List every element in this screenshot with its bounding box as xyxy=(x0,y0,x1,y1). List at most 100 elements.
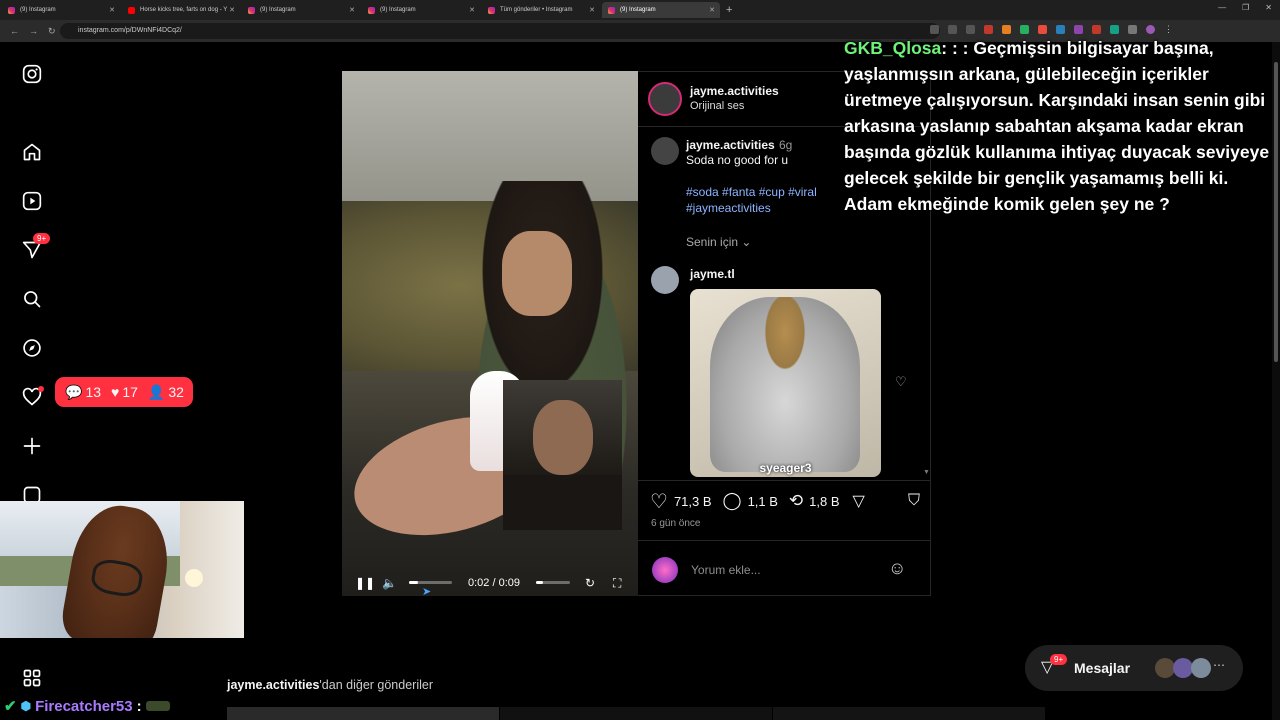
instagram-favicon-icon xyxy=(608,6,615,14)
close-tab-icon[interactable]: ✕ xyxy=(109,6,115,14)
address-bar[interactable]: instagram.com/p/DWnNFi4DCq2/ xyxy=(60,23,940,39)
close-tab-icon[interactable]: ✕ xyxy=(589,6,595,14)
profile-avatar-icon[interactable] xyxy=(1146,25,1155,34)
comment-count[interactable]: 1,1 B xyxy=(748,494,778,509)
browser-tab[interactable]: Tüm gönderiler • Instagram ✕ xyxy=(482,2,600,18)
browser-tab[interactable]: Horse kicks tree, farts on dog - Y ✕ xyxy=(122,2,240,18)
share-send-icon[interactable]: ▽ xyxy=(853,491,865,511)
instagram-favicon-icon xyxy=(368,6,375,14)
extension-icon[interactable] xyxy=(1038,25,1047,34)
close-tab-icon[interactable]: ✕ xyxy=(709,6,715,14)
current-user-avatar[interactable] xyxy=(652,557,678,583)
more-menu-icon[interactable] xyxy=(21,667,43,689)
instagram-favicon-icon xyxy=(488,6,495,14)
browser-tab[interactable]: (9) Instagram ✕ xyxy=(242,2,360,18)
like-count[interactable]: 71,3 B xyxy=(674,494,712,509)
youtube-favicon-icon xyxy=(128,6,135,14)
author-avatar[interactable] xyxy=(648,82,682,116)
comment-icon[interactable]: ◯ xyxy=(723,491,742,511)
extensions-puzzle-icon[interactable] xyxy=(1128,25,1137,34)
tank-emote-icon xyxy=(145,701,170,711)
more-post-thumbnail[interactable] xyxy=(773,707,1045,720)
extension-icon[interactable] xyxy=(1020,25,1029,34)
add-comment-input[interactable]: Yorum ekle... xyxy=(691,563,761,577)
close-tab-icon[interactable]: ✕ xyxy=(469,6,475,14)
pause-icon[interactable]: ❚❚ xyxy=(355,576,375,590)
mouse-cursor-icon: ➤ xyxy=(422,586,432,598)
close-tab-icon[interactable]: ✕ xyxy=(349,6,355,14)
comment-author-avatar[interactable] xyxy=(651,266,679,294)
notifications-heart-icon[interactable] xyxy=(21,386,44,408)
back-icon[interactable]: ← xyxy=(10,26,19,36)
for-you-label[interactable]: Senin için ⌄ xyxy=(686,235,751,249)
post-timestamp: 6 gün önce xyxy=(651,518,701,529)
scrollbar-thumb[interactable] xyxy=(1274,62,1278,362)
search-icon[interactable] xyxy=(930,25,939,34)
video-progress-bar[interactable] xyxy=(536,581,570,584)
more-post-thumbnail[interactable] xyxy=(227,707,499,720)
instagram-logo-icon[interactable] xyxy=(21,63,43,85)
fullscreen-icon[interactable]: ⛶ xyxy=(613,576,621,591)
caption-hashtags-line1[interactable]: #soda #fanta #cup #viral xyxy=(686,184,817,200)
comment-image[interactable]: syeager3 xyxy=(690,289,881,477)
more-post-thumbnail[interactable] xyxy=(500,707,772,720)
instagram-favicon-icon xyxy=(248,6,255,14)
caption-author-avatar[interactable] xyxy=(651,137,679,165)
replay-icon[interactable]: ↻ xyxy=(585,576,595,590)
extension-icon[interactable] xyxy=(984,25,993,34)
extension-icons: ⋮ xyxy=(930,25,1173,34)
conversation-avatar xyxy=(1191,658,1211,678)
extension-icon[interactable] xyxy=(1074,25,1083,34)
comment-bubble-icon: 💬 xyxy=(65,383,83,400)
volume-icon[interactable]: 🔈 xyxy=(382,576,397,590)
browser-tab-active[interactable]: (9) Instagram ✕ xyxy=(602,2,720,18)
scroll-down-arrow-icon[interactable]: ▼ xyxy=(923,469,930,476)
save-bookmark-icon[interactable]: ⛉ xyxy=(908,492,920,510)
volume-slider[interactable] xyxy=(409,581,452,584)
repost-icon[interactable]: ⟲ xyxy=(789,491,803,511)
activity-notification-pill[interactable]: 💬 13 ♥ 17 👤 32 xyxy=(55,377,193,407)
more-horizontal-icon: ⋯ xyxy=(1213,658,1225,672)
messages-pill[interactable]: ▽ 9+ Mesajlar ⋯ xyxy=(1025,645,1243,691)
explore-compass-icon[interactable] xyxy=(21,337,43,359)
browser-menu-icon[interactable]: ⋮ xyxy=(1164,25,1173,34)
close-tab-icon[interactable]: ✕ xyxy=(229,6,235,14)
stream-chat-message: GKB_Qlosa: : : Geçmişsin bilgisayar başı… xyxy=(844,35,1274,217)
like-heart-icon[interactable]: ♡ xyxy=(650,489,668,514)
reload-icon[interactable]: ↻ xyxy=(48,26,56,37)
close-window-icon[interactable]: ✕ xyxy=(1265,3,1272,12)
page-scrollbar[interactable] xyxy=(1272,42,1280,720)
reels-icon[interactable] xyxy=(21,190,43,212)
create-plus-icon[interactable] xyxy=(21,435,43,457)
cast-icon[interactable] xyxy=(948,25,957,34)
notification-dot xyxy=(38,386,44,392)
minimize-icon[interactable]: — xyxy=(1218,3,1226,12)
extension-icon[interactable] xyxy=(1002,25,1011,34)
comment-author-username[interactable]: jayme.tl xyxy=(690,267,735,281)
browser-tab[interactable]: (9) Instagram ✕ xyxy=(2,2,120,18)
home-icon[interactable] xyxy=(21,141,43,163)
comment-like-heart-icon[interactable]: ♡ xyxy=(895,374,907,390)
messages-icon[interactable]: 9+ xyxy=(21,233,51,261)
repost-count[interactable]: 1,8 B xyxy=(809,494,839,509)
new-tab-icon[interactable]: + xyxy=(726,4,732,16)
video-progress-fill xyxy=(536,581,544,584)
extension-icon[interactable] xyxy=(1110,25,1119,34)
maximize-icon[interactable]: ❐ xyxy=(1242,3,1249,12)
caption-hashtags-line2[interactable]: #jaymeactivities xyxy=(686,200,771,216)
audio-label[interactable]: Orijinal ses xyxy=(690,100,744,112)
post-video[interactable] xyxy=(342,71,638,596)
bookmark-star-icon[interactable] xyxy=(966,25,975,34)
author-username[interactable]: jayme.activities xyxy=(690,84,779,98)
caption-age: 6g xyxy=(779,138,793,152)
extension-icon[interactable] xyxy=(1056,25,1065,34)
browser-tab[interactable]: (9) Instagram ✕ xyxy=(362,2,480,18)
window-controls: — ❐ ✕ xyxy=(1218,3,1272,12)
search-icon[interactable] xyxy=(21,288,43,310)
caption-author-username[interactable]: jayme.activities xyxy=(686,138,775,152)
forward-icon[interactable]: → xyxy=(29,26,38,36)
bottom-chat-separator: : xyxy=(136,697,142,715)
extension-icon[interactable] xyxy=(1092,25,1101,34)
emoji-icon[interactable]: ☺ xyxy=(888,558,906,579)
verified-badge-icon: ✔ xyxy=(4,698,17,715)
